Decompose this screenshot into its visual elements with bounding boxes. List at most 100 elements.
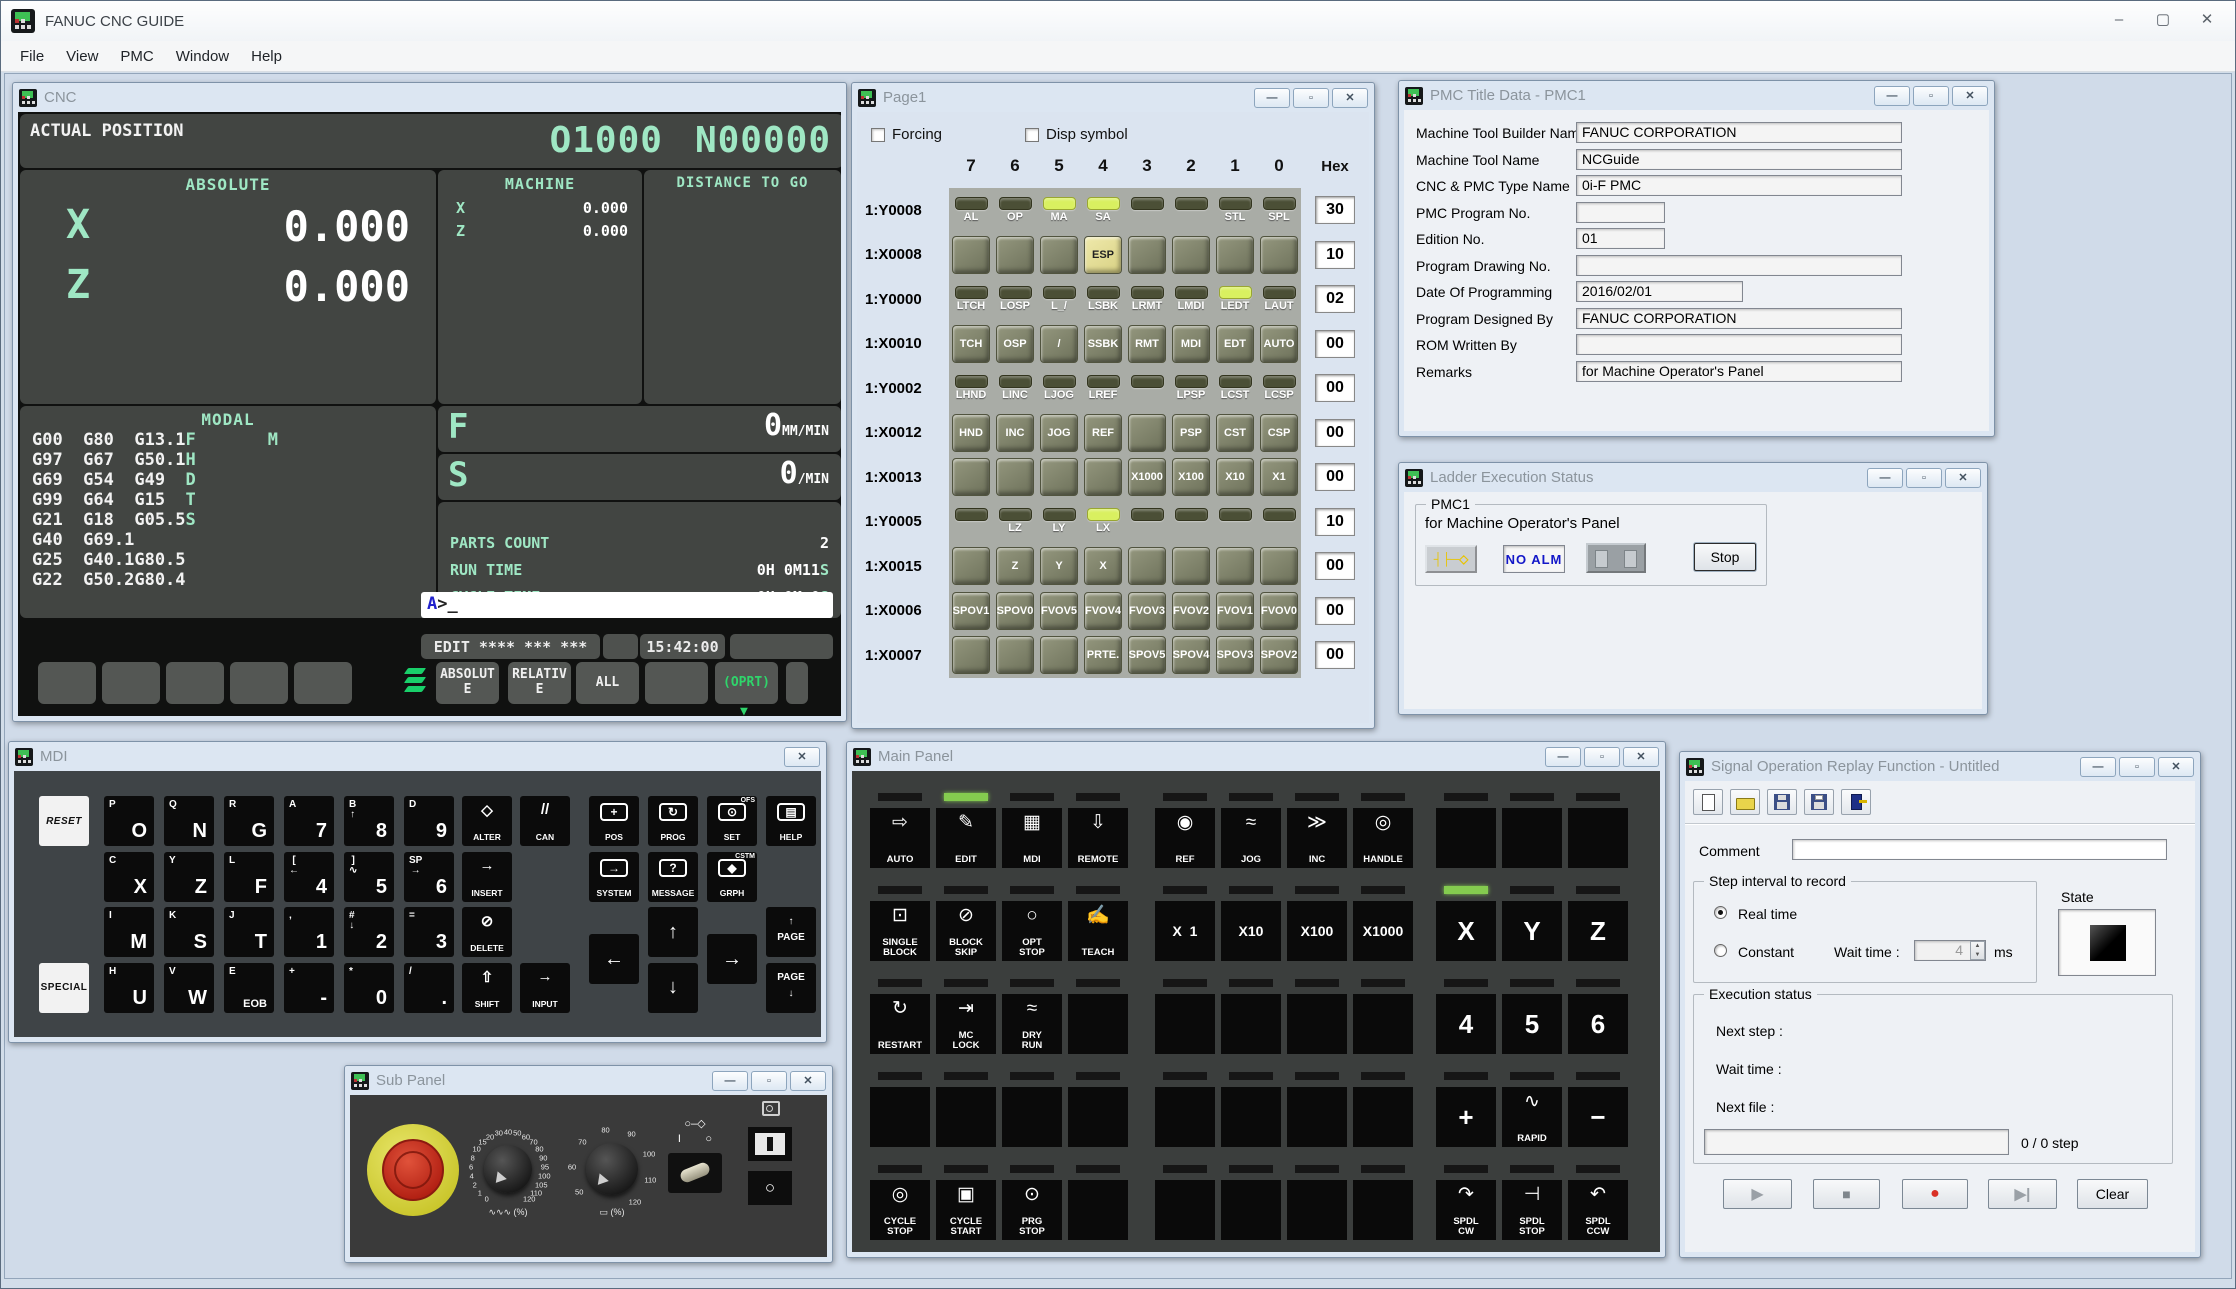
mdi-key-can[interactable]: //CAN xyxy=(520,796,570,846)
panel-key-x[interactable]: X xyxy=(1436,901,1496,961)
mdi-key-z[interactable]: YZ xyxy=(164,852,214,902)
panel-key-mdi[interactable]: ▦MDI xyxy=(1002,808,1062,868)
bit-button-csp[interactable]: CSP xyxy=(1260,414,1298,452)
pmc-field-edition-no[interactable]: 01 xyxy=(1576,228,1665,249)
bit-button-spov2[interactable]: SPOV2 xyxy=(1260,636,1298,674)
mdi-key-5[interactable]: ]∿5 xyxy=(344,852,394,902)
pmc-field-program-designed-by[interactable]: FANUC CORPORATION xyxy=(1576,308,1902,329)
power-on-button[interactable] xyxy=(748,1127,792,1161)
panel-key-x10[interactable]: X10 xyxy=(1221,901,1281,961)
emergency-stop-button[interactable] xyxy=(382,1139,444,1201)
window-titlebar[interactable]: CNC xyxy=(13,83,846,112)
softkey-oprt[interactable]: (OPRT) xyxy=(715,662,778,704)
mdi-key-arrow-2192[interactable]: → xyxy=(707,934,757,984)
panel-key-blank-3-1[interactable] xyxy=(936,1087,996,1147)
bit-button-fvov3[interactable]: FVOV3 xyxy=(1128,592,1166,630)
realtime-radio[interactable] xyxy=(1714,906,1727,919)
bit-button-jog[interactable]: JOG xyxy=(1040,414,1078,452)
bit-button-ref[interactable]: REF xyxy=(1084,414,1122,452)
close-window-button[interactable]: ✕ xyxy=(1332,88,1368,108)
stop-replay-button[interactable]: ■ xyxy=(1813,1179,1880,1209)
pmc-field-rom-written-by[interactable] xyxy=(1576,334,1902,355)
bit-button-prte[interactable]: PRTE. xyxy=(1084,636,1122,674)
bit-button-fvov0[interactable]: FVOV0 xyxy=(1260,592,1298,630)
panel-key-ref[interactable]: ◉REF xyxy=(1155,808,1215,868)
mdi-key-arrow-2191[interactable]: ↑ xyxy=(648,907,698,957)
bit-button-spov3[interactable]: SPOV3 xyxy=(1216,636,1254,674)
bit-button-bit-6[interactable] xyxy=(996,636,1034,674)
panel-key-auto[interactable]: ⇨AUTO xyxy=(870,808,930,868)
bit-button-fvov2[interactable]: FVOV2 xyxy=(1172,592,1210,630)
feed-override-knob[interactable] xyxy=(484,1145,532,1193)
close-window-button[interactable]: ✕ xyxy=(1952,86,1988,106)
bit-button-z[interactable]: Z xyxy=(996,547,1034,585)
bit-button-y[interactable]: Y xyxy=(1040,547,1078,585)
panel-key-blank[interactable]: − xyxy=(1568,1087,1628,1147)
panel-key-blank-4-6[interactable] xyxy=(1287,1180,1347,1240)
clear-button[interactable]: Clear xyxy=(2077,1179,2148,1209)
panel-key-blank-0-8[interactable] xyxy=(1436,808,1496,868)
softkey-blank-4[interactable] xyxy=(294,662,352,704)
panel-key-y[interactable]: Y xyxy=(1502,901,1562,961)
mdi-key-s[interactable]: KS xyxy=(164,907,214,957)
bit-button-x100[interactable]: X100 xyxy=(1172,458,1210,496)
mdi-key-8[interactable]: B↑8 xyxy=(344,796,394,846)
close-window-button[interactable]: ✕ xyxy=(790,1071,826,1091)
mdi-key-m[interactable]: IM xyxy=(104,907,154,957)
mdi-key-1[interactable]: ,1 xyxy=(284,907,334,957)
panel-key-teach[interactable]: ✍TEACH xyxy=(1068,901,1128,961)
panel-key-blank-3-0[interactable] xyxy=(870,1087,930,1147)
bit-button-rmt[interactable]: RMT xyxy=(1128,325,1166,363)
app-maximize-button[interactable]: ▢ xyxy=(2141,5,2185,33)
panel-key-spdl-stop[interactable]: ⊣SPDL STOP xyxy=(1502,1180,1562,1240)
mdi-key-f[interactable]: LF xyxy=(224,852,274,902)
new-file-button[interactable] xyxy=(1693,789,1723,815)
bit-button-bit-3[interactable] xyxy=(1128,236,1166,274)
menu-pmc[interactable]: PMC xyxy=(109,43,164,70)
panel-key-single-block[interactable]: ⊡SINGLE BLOCK xyxy=(870,901,930,961)
bit-button-bit-7[interactable] xyxy=(952,636,990,674)
mdi-key-7[interactable]: A7 xyxy=(284,796,334,846)
special-key[interactable]: SPECIAL xyxy=(39,963,89,1013)
panel-key-cycle-start[interactable]: ▣CYCLE START xyxy=(936,1180,996,1240)
mdi-key-2[interactable]: #↓2 xyxy=(344,907,394,957)
softkey-next[interactable] xyxy=(786,662,808,704)
mdi-key-9[interactable]: D9 xyxy=(404,796,454,846)
mdi-input-line[interactable]: A>_ xyxy=(421,592,833,618)
mdi-key-x[interactable]: CX xyxy=(104,852,154,902)
max-window-button[interactable]: ▫ xyxy=(1913,86,1949,106)
window-titlebar[interactable]: Main Panel—▫✕ xyxy=(847,742,1665,771)
mdi-key-3[interactable]: =3 xyxy=(404,907,454,957)
mdi-key-4[interactable]: [←4 xyxy=(284,852,334,902)
bit-button-auto[interactable]: AUTO xyxy=(1260,325,1298,363)
bit-button-bit-7[interactable] xyxy=(952,236,990,274)
mdi-key-system[interactable]: →SYSTEM xyxy=(589,852,639,902)
bit-button-ssbk[interactable]: SSBK xyxy=(1084,325,1122,363)
save-button[interactable] xyxy=(1767,789,1797,815)
min-window-button[interactable]: — xyxy=(712,1071,748,1091)
bit-button-tch[interactable]: TCH xyxy=(952,325,990,363)
panel-key-blank-0-10[interactable] xyxy=(1568,808,1628,868)
panel-key-blank-4-3[interactable] xyxy=(1068,1180,1128,1240)
pmc-field-program-drawing-no[interactable] xyxy=(1576,255,1902,276)
menu-window[interactable]: Window xyxy=(165,43,240,70)
panel-key-z[interactable]: Z xyxy=(1568,901,1628,961)
softkey-blank-3[interactable] xyxy=(230,662,288,704)
rapid-override-knob[interactable] xyxy=(586,1143,638,1195)
app-minimize-button[interactable]: – xyxy=(2097,5,2141,33)
max-window-button[interactable]: ▫ xyxy=(1584,747,1620,767)
panel-key-4[interactable]: 4 xyxy=(1436,994,1496,1054)
bit-button-spov5[interactable]: SPOV5 xyxy=(1128,636,1166,674)
pmc-field-cnc-pmc-type-name[interactable]: 0i-F PMC xyxy=(1576,175,1902,196)
softkey-blank-1[interactable] xyxy=(102,662,160,704)
mdi-key-insert[interactable]: →INSERT xyxy=(462,852,512,902)
panel-key-blank-4-7[interactable] xyxy=(1353,1180,1413,1240)
window-titlebar[interactable]: Ladder Execution Status—▫✕ xyxy=(1399,463,1987,492)
panel-key-blank-2-5[interactable] xyxy=(1221,994,1281,1054)
bit-button-bit-5[interactable] xyxy=(1040,636,1078,674)
bit-button-fvov4[interactable]: FVOV4 xyxy=(1084,592,1122,630)
bit-button-bit-0[interactable] xyxy=(1260,236,1298,274)
bit-button-inc[interactable]: INC xyxy=(996,414,1034,452)
panel-key-blank-4-5[interactable] xyxy=(1221,1180,1281,1240)
bit-button-bit-3[interactable] xyxy=(1128,547,1166,585)
